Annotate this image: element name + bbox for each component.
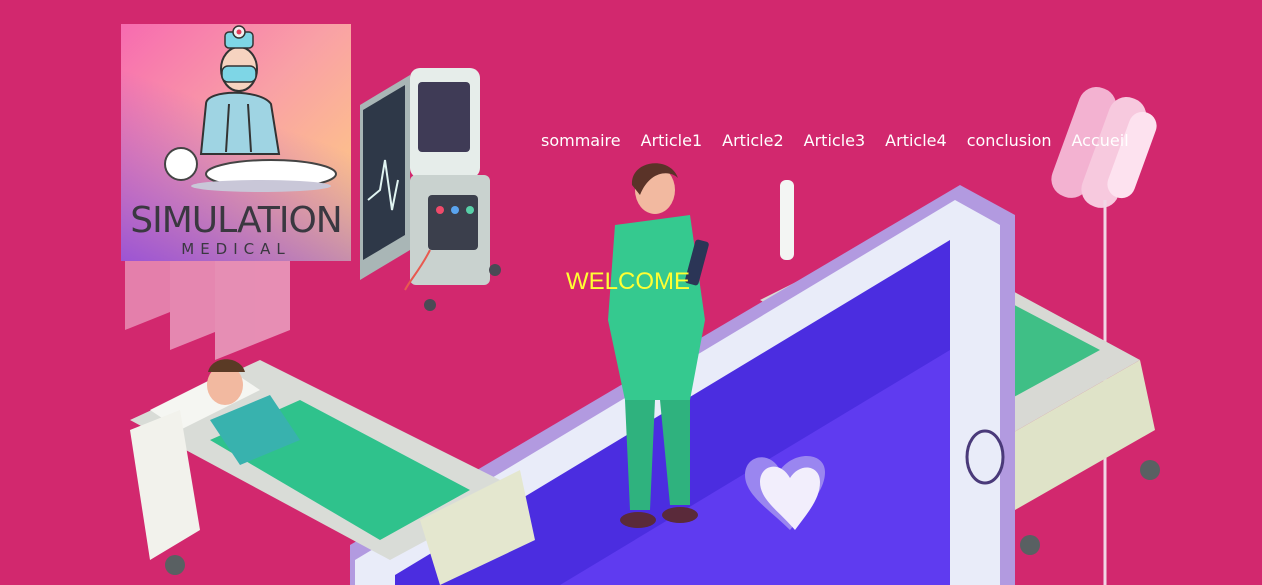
main-nav: sommaire Article1 Article2 Article3 Arti… (531, 131, 1139, 150)
logo-subtitle: MEDICAL (181, 240, 291, 258)
logo-title: SIMULATION (130, 200, 342, 241)
nav-item-article1[interactable]: Article1 (631, 131, 713, 150)
ventilator-icon (360, 68, 501, 311)
nav-item-article2[interactable]: Article2 (712, 131, 794, 150)
nav-item-article3[interactable]: Article3 (794, 131, 876, 150)
nav-item-accueil[interactable]: Accueil (1062, 131, 1139, 150)
nav-item-sommaire[interactable]: sommaire (531, 131, 631, 150)
site-logo[interactable]: SIMULATION MEDICAL (121, 24, 351, 261)
welcome-heading: WELCOME (566, 268, 691, 295)
nav-item-conclusion[interactable]: conclusion (957, 131, 1062, 150)
patient-bed-icon (130, 359, 535, 585)
nav-item-article4[interactable]: Article4 (875, 131, 957, 150)
